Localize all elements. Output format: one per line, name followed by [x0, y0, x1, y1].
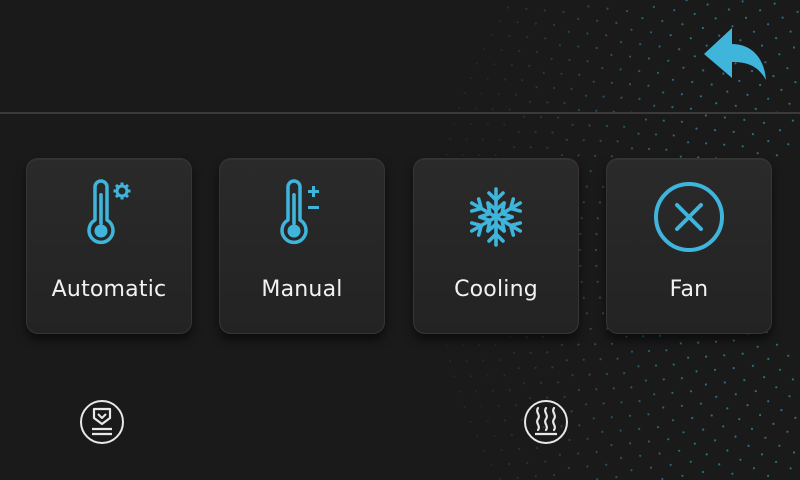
mode-label-automatic: Automatic: [51, 277, 167, 302]
heat-waves-button[interactable]: [523, 399, 569, 445]
heat-waves-icon: [524, 400, 568, 444]
thermometer-gear-icon: [69, 177, 149, 257]
mode-tile-automatic[interactable]: Automatic: [26, 158, 192, 334]
header-divider: [0, 112, 800, 114]
back-button[interactable]: [698, 22, 774, 90]
mode-label-cooling: Cooling: [454, 277, 538, 302]
heating-element-button[interactable]: [79, 399, 125, 445]
heating-element-icon: [80, 400, 124, 444]
mode-tile-cooling[interactable]: Cooling: [413, 158, 579, 334]
mode-selection-screen: Automatic Manual Cooling Fan: [0, 0, 800, 480]
snowflake-icon: [456, 177, 536, 257]
mode-tile-manual[interactable]: Manual: [219, 158, 385, 334]
thermometer-plus-minus-icon: [262, 177, 342, 257]
mode-label-fan: Fan: [669, 277, 709, 302]
circle-x-icon: [649, 177, 729, 257]
mode-tile-fan[interactable]: Fan: [606, 158, 772, 334]
mode-label-manual: Manual: [261, 277, 343, 302]
back-arrow-icon: [704, 28, 766, 80]
